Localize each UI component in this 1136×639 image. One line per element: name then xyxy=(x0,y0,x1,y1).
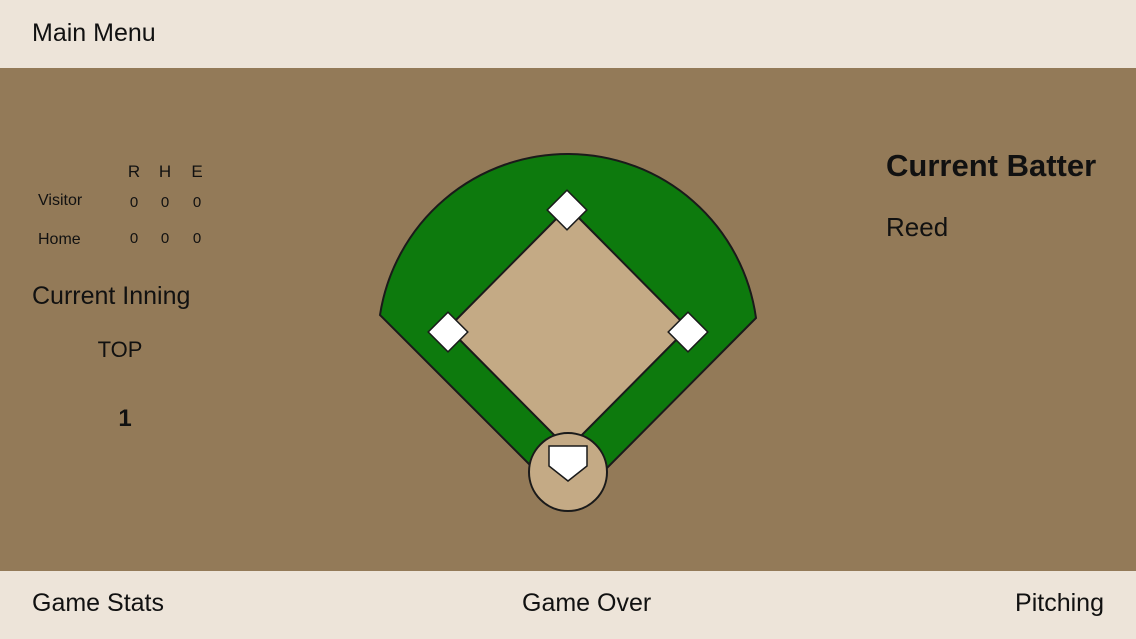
current-batter-title: Current Batter xyxy=(886,148,1097,183)
game-stats-button[interactable]: Game Stats xyxy=(32,589,164,618)
bottom-bar: Game Stats Game Over Pitching xyxy=(0,571,1136,639)
game-over-button[interactable]: Game Over xyxy=(522,589,651,618)
current-batter-name: Reed xyxy=(886,212,949,242)
baseball-field xyxy=(378,152,758,512)
app-window: Main Menu R H E Visitor 0 0 0 Home 0 0 0… xyxy=(0,0,1136,639)
pitching-button[interactable]: Pitching xyxy=(1015,589,1104,618)
